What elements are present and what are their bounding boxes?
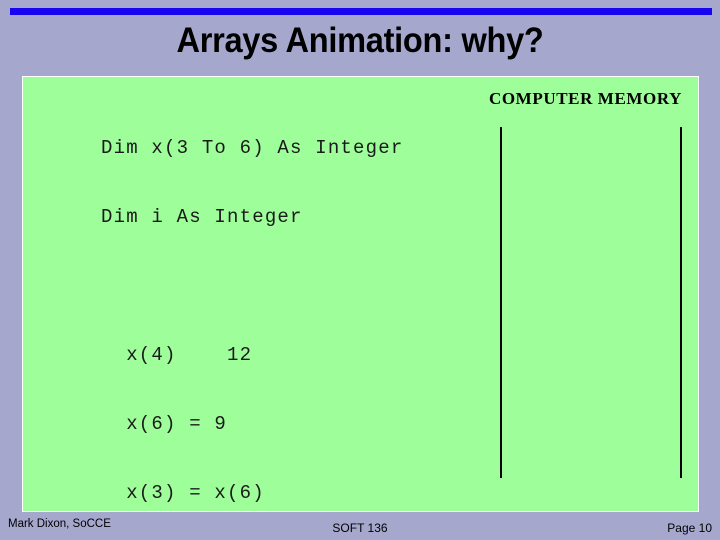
computer-memory-title: COMPUTER MEMORY (488, 89, 683, 108)
code-listing: Dim x(3 To 6) As Integer Dim i As Intege… (101, 91, 404, 511)
code-line: x(4) 12 (101, 344, 253, 366)
content-panel: Dim x(3 To 6) As Integer Dim i As Intege… (22, 76, 699, 512)
computer-memory-area: COMPUTER MEMORY (478, 83, 693, 503)
footer-page-number: Page 10 (667, 521, 712, 535)
footer-course-code: SOFT 136 (332, 521, 388, 535)
code-line: x(6) = 9 (101, 413, 228, 435)
slide: Arrays Animation: why? Dim x(3 To 6) As … (0, 0, 720, 540)
code-line: Dim x(3 To 6) As Integer (101, 137, 404, 159)
memory-right-rail (680, 127, 682, 478)
code-line: x(3) = x(6) (101, 482, 265, 504)
memory-cells (502, 127, 680, 478)
title-accent-bar (10, 8, 712, 15)
page-title: Arrays Animation: why? (176, 21, 544, 60)
slide-footer: Mark Dixon, SoCCE SOFT 136 Page 10 (0, 514, 720, 540)
code-line: Dim i As Integer (101, 206, 303, 228)
